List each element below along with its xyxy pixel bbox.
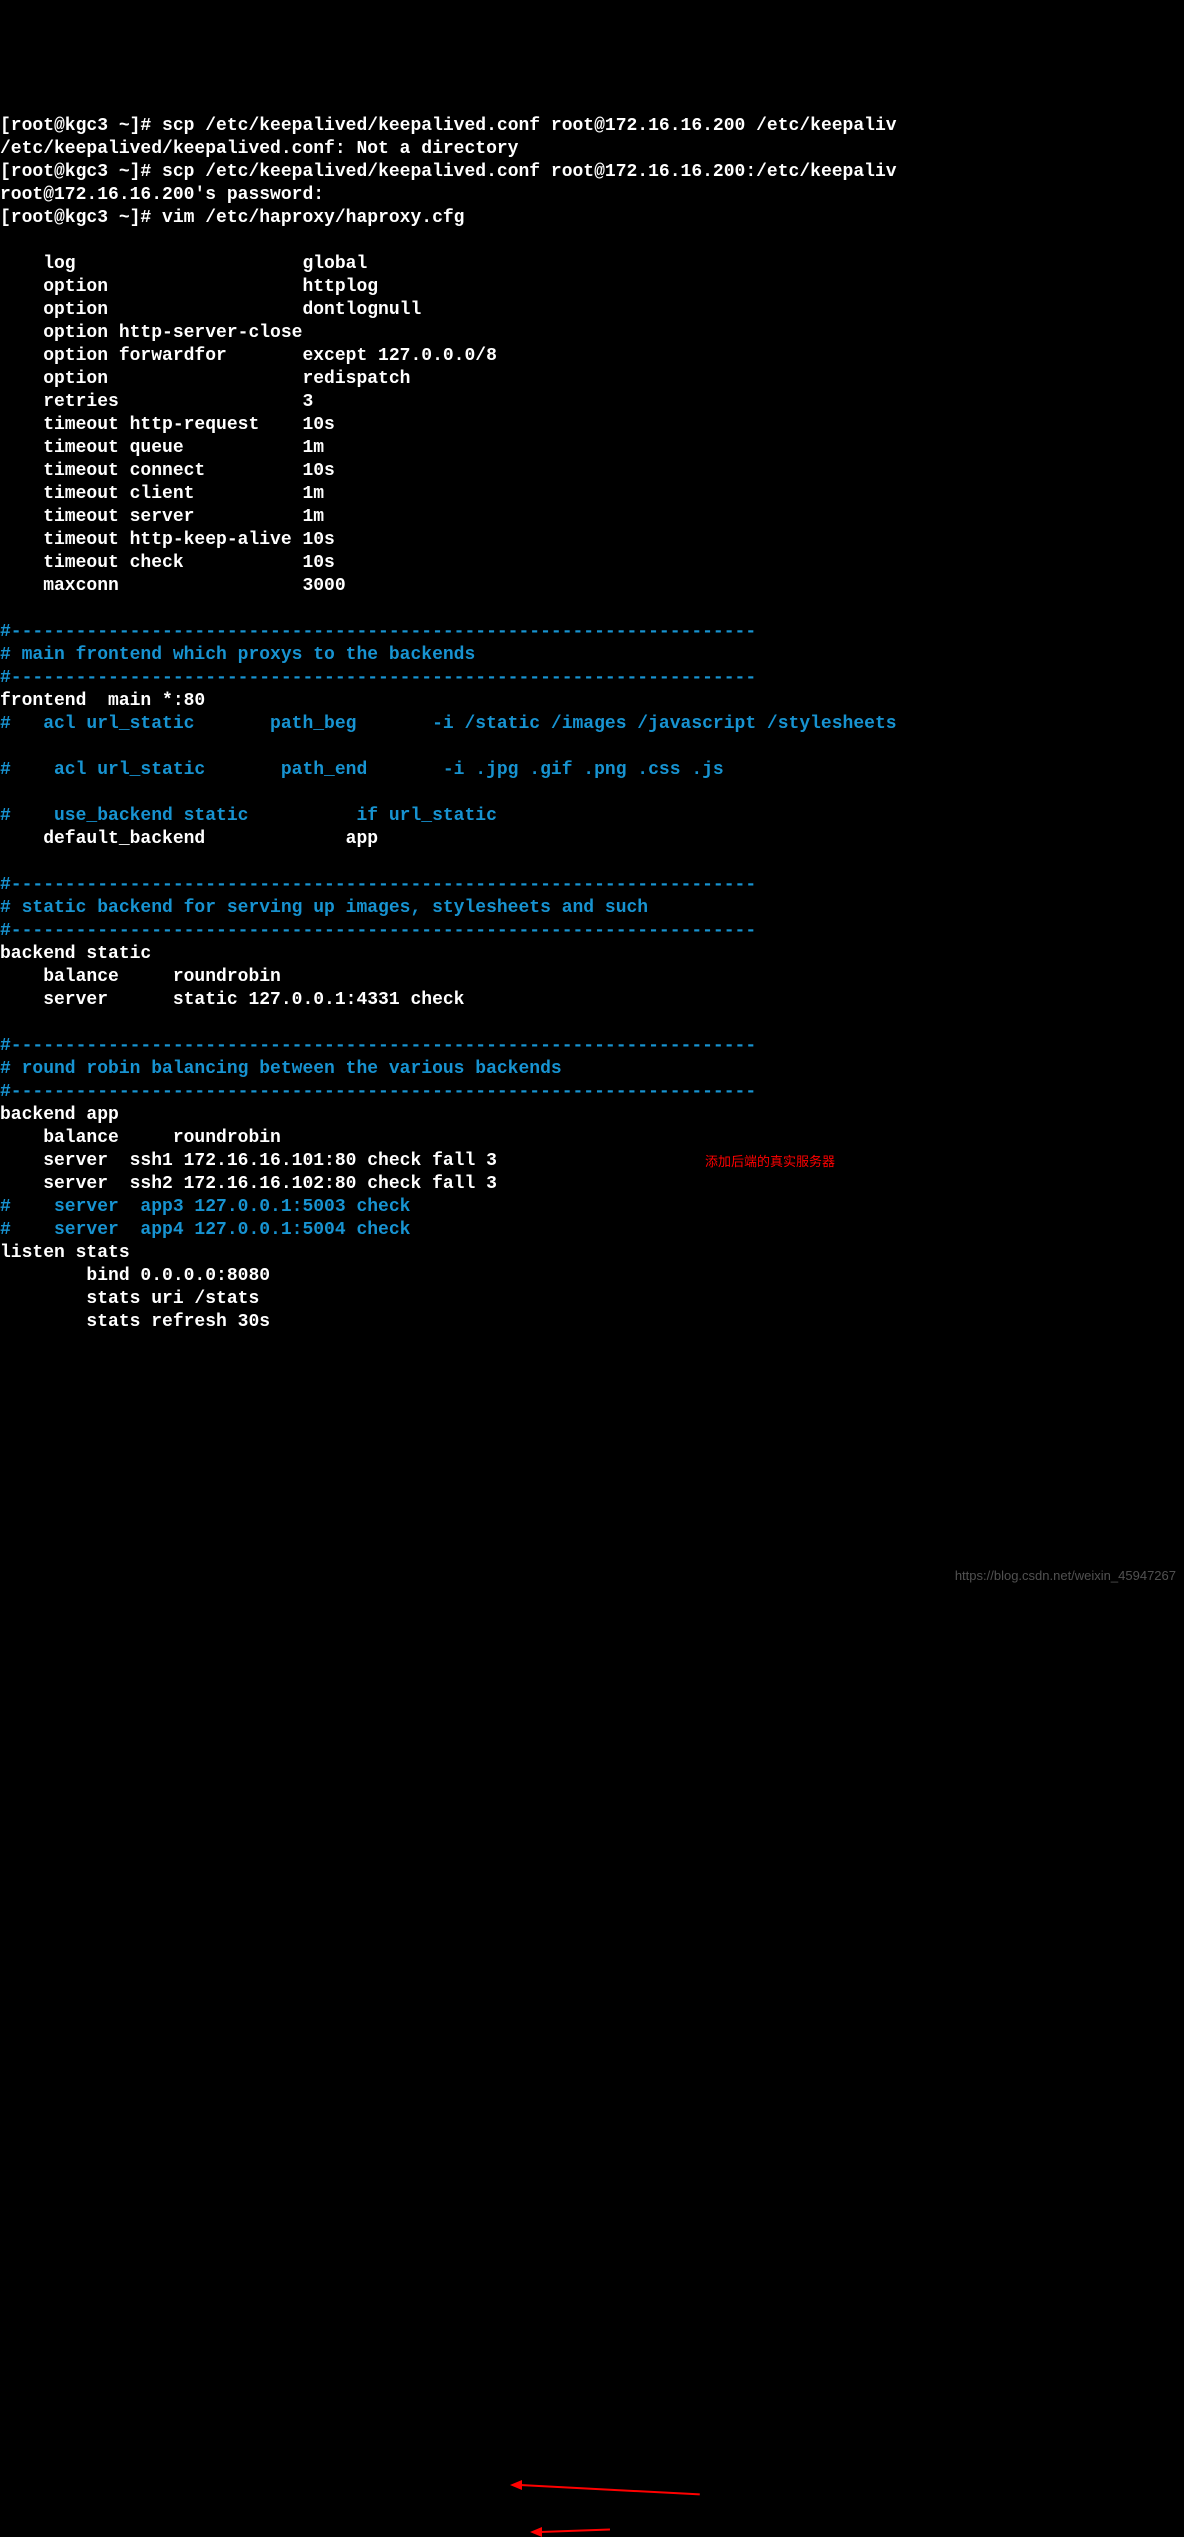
cfg-line: timeout connect 10s [0, 461, 335, 481]
cfg-comment: # round robin balancing between the vari… [0, 1059, 562, 1079]
cfg-comment: # server app4 127.0.0.1:5004 check [0, 1220, 410, 1240]
cfg-line: option forwardfor except 127.0.0.0/8 [0, 346, 497, 366]
error-line: /etc/keepalived/keepalived.conf: Not a d… [0, 139, 518, 159]
cfg-line: balance roundrobin [0, 1128, 281, 1148]
cfg-line: listen stats [0, 1243, 130, 1263]
cfg-line: stats refresh 30s [0, 1312, 270, 1332]
cfg-line: maxconn 3000 [0, 576, 346, 596]
cfg-line: frontend main *:80 [0, 691, 205, 711]
cfg-line: server ssh2 172.16.16.102:80 check fall … [0, 1174, 497, 1194]
cfg-line: backend static [0, 944, 151, 964]
cfg-comment: #---------------------------------------… [0, 668, 756, 688]
cfg-line: timeout http-keep-alive 10s [0, 530, 335, 550]
prompt-line: [root@kgc3 ~]# scp /etc/keepalived/keepa… [0, 116, 897, 136]
cfg-line: server static 127.0.0.1:4331 check [0, 990, 464, 1010]
cfg-comment: # static backend for serving up images, … [0, 898, 648, 918]
annotation-arrow-2 [0, 1449, 43, 1541]
cfg-line: log global [0, 254, 367, 274]
watermark-text: https://blog.csdn.net/weixin_45947267 [955, 1564, 1176, 1587]
annotation-arrow-1 [0, 1426, 43, 1518]
cfg-comment: # acl url_static path_end -i .jpg .gif .… [0, 760, 724, 780]
cfg-line: timeout http-request 10s [0, 415, 335, 435]
cfg-line: server ssh1 172.16.16.101:80 check fall … [0, 1151, 497, 1171]
cfg-line: timeout server 1m [0, 507, 324, 527]
cfg-line: timeout check 10s [0, 553, 335, 573]
cfg-comment: #---------------------------------------… [0, 1036, 756, 1056]
cfg-line: option httplog [0, 277, 378, 297]
cfg-line: backend app [0, 1105, 119, 1125]
cfg-line: stats uri /stats [0, 1289, 259, 1309]
cfg-line: timeout queue 1m [0, 438, 324, 458]
cfg-line: option redispatch [0, 369, 410, 389]
cfg-comment: # main frontend which proxys to the back… [0, 645, 475, 665]
cfg-comment: #---------------------------------------… [0, 921, 756, 941]
prompt-line: [root@kgc3 ~]# vim /etc/haproxy/haproxy.… [0, 208, 464, 228]
terminal-output: [root@kgc3 ~]# scp /etc/keepalived/keepa… [0, 115, 1184, 1334]
cfg-comment: #---------------------------------------… [0, 875, 756, 895]
cfg-line: retries 3 [0, 392, 313, 412]
cfg-comment: # use_backend static if url_static [0, 806, 497, 826]
cfg-line: timeout client 1m [0, 484, 324, 504]
cfg-comment: #---------------------------------------… [0, 622, 756, 642]
cfg-line: default_backend app [0, 829, 378, 849]
terminal-window[interactable]: [root@kgc3 ~]# scp /etc/keepalived/keepa… [0, 92, 1184, 1593]
cfg-line: balance roundrobin [0, 967, 281, 987]
cfg-comment: # acl url_static path_beg -i /static /im… [0, 714, 897, 734]
cfg-line: bind 0.0.0.0:8080 [0, 1266, 270, 1286]
cfg-comment: # server app3 127.0.0.1:5003 check [0, 1197, 410, 1217]
cfg-comment: #---------------------------------------… [0, 1082, 756, 1102]
cfg-line: option http-server-close [0, 323, 302, 343]
cfg-line: option dontlognull [0, 300, 421, 320]
password-prompt: root@172.16.16.200's password: [0, 185, 324, 205]
prompt-line: [root@kgc3 ~]# scp /etc/keepalived/keepa… [0, 162, 897, 182]
annotation-text: 添加后端的真实服务器 [705, 1150, 835, 1173]
